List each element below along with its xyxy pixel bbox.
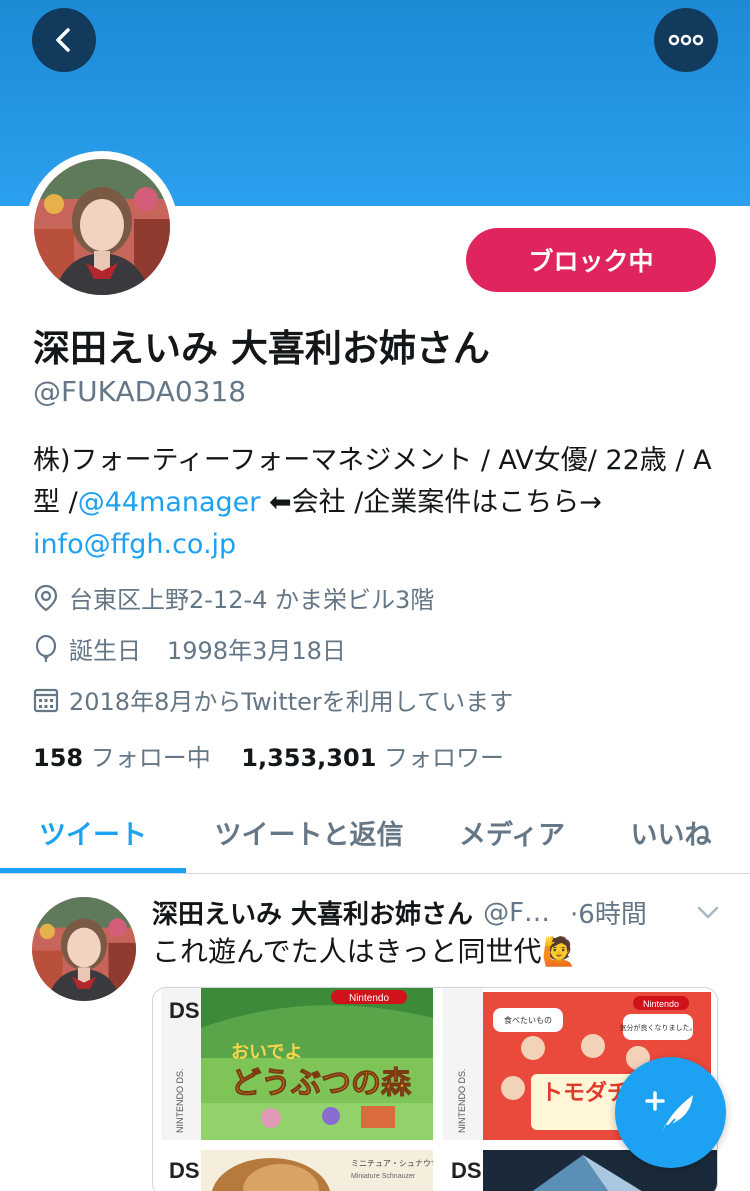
- bio-mention-link[interactable]: @44manager: [78, 487, 261, 518]
- svg-text:DS: DS: [169, 998, 200, 1023]
- bio-email-link[interactable]: info@ffgh.co.jp: [33, 529, 236, 560]
- back-arrow-icon: [56, 28, 70, 52]
- compose-feather-icon: [644, 1090, 693, 1136]
- bio-text: ⬅会社 /企業案件はこちら→: [260, 487, 602, 518]
- joined-text: 2018年8月からTwitterを利用しています: [69, 688, 514, 716]
- tweet-author-handle[interactable]: @F…: [483, 898, 550, 928]
- tweet-text: これ遊んでた人はきっと同世代🙋: [152, 935, 577, 968]
- profile-bio: 株)フォーティーフォーマネジメント / AV女優/ 22歳 / A型 /@44m…: [33, 440, 723, 566]
- tab-tweets-and-replies[interactable]: ツイートと返信: [186, 790, 432, 874]
- birthday-row: 誕生日 1998年3月18日: [33, 631, 346, 666]
- blocked-button[interactable]: ブロック中: [466, 228, 716, 292]
- game2-brand: NINTENDO DS.: [457, 1068, 467, 1133]
- birthday-date: 1998年3月18日: [167, 637, 346, 665]
- followers-label: フォロワー: [384, 744, 505, 772]
- tab-likes[interactable]: いいね: [592, 790, 750, 874]
- location-text: 台東区上野2-12-4 かま栄ビル3階: [69, 586, 435, 614]
- following-count: 158: [33, 744, 84, 772]
- game3-brand: DS: [169, 1158, 200, 1183]
- tweet-header: 深田えいみ 大喜利お姉さん @F… ·6時間: [152, 894, 722, 931]
- tweet-author-name[interactable]: 深田えいみ 大喜利お姉さん: [152, 894, 473, 931]
- location-row: 台東区上野2-12-4 かま栄ビル3階: [33, 580, 434, 615]
- more-options-button[interactable]: [654, 8, 718, 72]
- follow-stats: 158 フォロー中 1,353,301 フォロワー: [33, 738, 504, 773]
- game3-title: ミニチュア・シュナウザー: [351, 1159, 433, 1168]
- profile-avatar[interactable]: [26, 151, 178, 303]
- back-button[interactable]: [32, 8, 96, 72]
- profile-handle: @FUKADA0318: [33, 375, 247, 408]
- game2-logo: Nintendo: [643, 999, 679, 1009]
- game1-subtitle: おいでよ: [231, 1042, 302, 1063]
- balloon-icon: [35, 634, 57, 662]
- followers-stat[interactable]: 1,353,301 フォロワー: [241, 744, 504, 772]
- profile-name: 深田えいみ 大喜利お姉さん: [33, 327, 490, 370]
- location-pin-icon: [34, 584, 58, 611]
- game2-bubble-left: 食べたいもの: [504, 1015, 552, 1025]
- game3-subtitle: Miniature Schnauzer: [351, 1173, 416, 1180]
- joined-row: 2018年8月からTwitterを利用しています: [33, 682, 513, 717]
- game1-logo: Nintendo: [349, 993, 389, 1004]
- active-tab-indicator: [0, 868, 186, 873]
- media-image-1[interactable]: Nintendo おいでよ どうぶつの森 NINTENDO DS. DS: [161, 988, 433, 1140]
- following-stat[interactable]: 158 フォロー中: [33, 744, 211, 772]
- following-label: フォロー中: [90, 744, 211, 772]
- more-dots-icon: [668, 34, 704, 46]
- game4-brand: DS: [451, 1158, 482, 1183]
- tab-tweets[interactable]: ツイート: [0, 790, 186, 874]
- tweet-avatar[interactable]: [32, 897, 136, 1001]
- birthday-label: 誕生日: [69, 637, 141, 665]
- game1-brand: NINTENDO DS.: [175, 1068, 185, 1133]
- avatar-photo: [34, 159, 170, 295]
- chevron-down-icon[interactable]: [696, 900, 720, 924]
- game2-bubble-right: 気分が良くなりました。: [620, 1023, 697, 1032]
- tweet-timestamp: ·6時間: [570, 900, 647, 930]
- followers-count: 1,353,301: [241, 744, 377, 772]
- compose-tweet-button[interactable]: [615, 1057, 726, 1168]
- profile-tabs: ツイート ツイートと返信 メディア いいね: [0, 790, 750, 874]
- media-image-3[interactable]: DS ミニチュア・シュナウザー Miniature Schnauzer: [161, 1150, 433, 1191]
- calendar-icon: [33, 688, 59, 712]
- game1-title: どうぶつの森: [231, 1066, 412, 1101]
- tab-media[interactable]: メディア: [432, 790, 592, 874]
